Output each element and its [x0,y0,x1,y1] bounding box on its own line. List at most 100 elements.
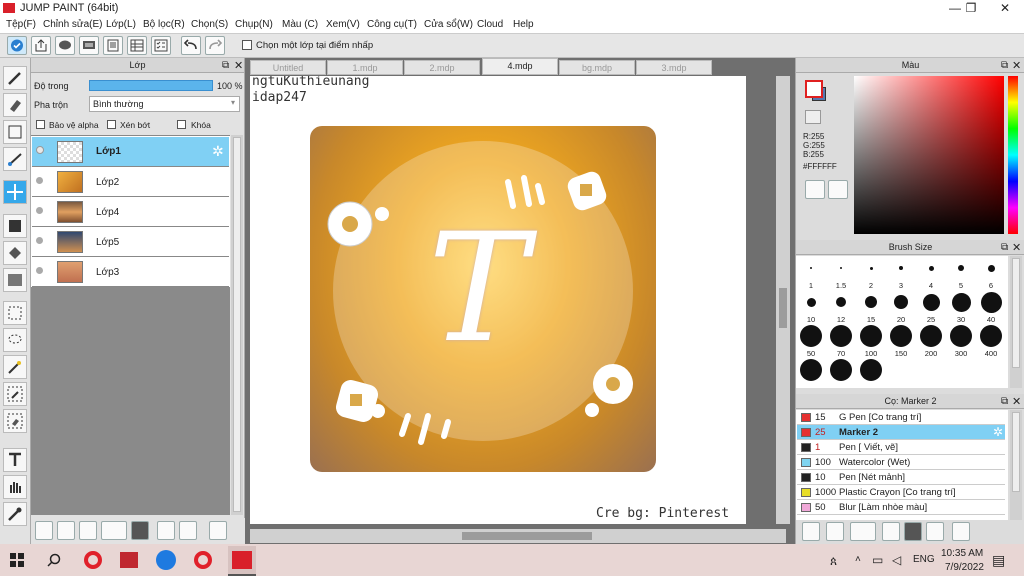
folder-icon[interactable] [131,521,149,540]
eyedropper-palette-icon[interactable] [828,180,848,199]
lasso-icon[interactable] [3,328,27,352]
brush-list-scrollbar[interactable] [1010,410,1022,520]
protect-alpha-checkbox[interactable] [36,120,45,129]
brush-row[interactable]: 25 Marker 2 ✲ [797,425,1005,440]
palette-icon[interactable] [805,180,825,199]
new-layer-1bit-icon[interactable] [79,521,97,540]
brush-size-cell[interactable]: 70 [826,324,856,358]
gear-icon[interactable]: ✲ [212,143,224,160]
check-icon[interactable] [7,36,27,55]
close-button[interactable]: ✕ [988,0,1022,16]
windows-start-icon[interactable] [10,553,24,567]
brush-size-scrollbar[interactable] [1010,256,1022,388]
add-layer-menu-icon[interactable] [101,521,127,540]
brush-size-cell[interactable]: 50 [796,324,826,358]
visibility-icon[interactable] [36,177,43,184]
line-icon[interactable] [3,147,27,171]
export-icon[interactable] [31,36,51,55]
volume-icon[interactable]: ◁ [892,553,901,567]
fill-rect-icon[interactable] [3,214,27,238]
brush-size-cell[interactable]: 12 [826,290,856,324]
brush-size-cell[interactable]: 20 [886,290,916,324]
tab-2-mdp[interactable]: 2.mdp [404,60,480,75]
tab-untitled[interactable]: Untitled [250,60,326,75]
people-icon[interactable]: ጰ [830,554,837,569]
merge-icon[interactable] [179,521,197,540]
brush-size-cell[interactable]: 1 [796,256,826,290]
move-icon[interactable] [3,180,27,204]
panel-float-icon[interactable]: ⧉ [1001,396,1008,407]
menu-view[interactable]: Xem(V) [326,19,360,30]
menu-select[interactable]: Chọn(S) [191,19,228,30]
brush-size-cell[interactable]: 5 [946,256,976,290]
brush-size-cell[interactable]: 25 [916,290,946,324]
visibility-icon[interactable] [36,267,43,274]
panel-close-icon[interactable]: ✕ [1012,59,1021,72]
drawing-canvas[interactable]: ngtuKuthieunang idap247 T Cre bg: Pinter… [250,76,746,524]
brush-duplicate-icon[interactable] [926,522,944,541]
panel-float-icon[interactable]: ⧉ [222,60,229,71]
menu-layer[interactable]: Lớp(L) [106,19,136,30]
clipping-checkbox[interactable] [107,120,116,129]
brush-trash-icon[interactable] [952,522,970,541]
menu-cloud[interactable]: Cloud [477,19,503,30]
brush-size-cell[interactable] [796,358,826,392]
brush-group-icon[interactable] [904,522,922,541]
layer-row[interactable]: Lớp2 [32,167,229,197]
layer-row[interactable]: Lớp4 [32,197,229,227]
transparent-color-swatch[interactable] [805,110,821,124]
hue-slider[interactable] [1008,76,1018,234]
menu-file[interactable]: Tệp(F) [6,19,36,30]
lock-checkbox[interactable] [177,120,186,129]
network-icon[interactable]: ▭ [872,553,883,567]
menu-snap[interactable]: Chụp(N) [235,19,273,30]
hand-icon[interactable] [3,475,27,499]
new-layer-icon[interactable] [35,521,53,540]
marquee-icon[interactable] [3,301,27,325]
brush-size-cell[interactable]: 6 [976,256,1006,290]
tab-3-mdp[interactable]: 3.mdp [636,60,712,75]
brush-size-cell[interactable]: 200 [916,324,946,358]
brush-size-cell[interactable] [826,358,856,392]
tab-1-mdp[interactable]: 1.mdp [327,60,403,75]
trash-icon[interactable] [209,521,227,540]
visibility-icon[interactable] [36,207,43,214]
layer-scrollbar[interactable] [231,135,243,515]
brush-size-cell[interactable]: 150 [886,324,916,358]
maximize-button[interactable]: ❐ [954,0,988,16]
eyedropper-icon[interactable] [3,502,27,526]
pen-icon[interactable] [3,66,27,90]
gradient-icon[interactable] [3,268,27,292]
undo-icon[interactable] [181,36,201,55]
brush-row[interactable]: 1 Pen [ Viết, vẽ] [797,440,1005,455]
language-indicator[interactable]: ENG [913,554,935,565]
opera-icon[interactable] [84,551,102,569]
gear-icon[interactable]: ✲ [993,425,1003,440]
select-layer-checkbox[interactable] [242,40,252,50]
brush-row[interactable]: 15 G Pen [Co trang trí] [797,410,1005,425]
new-layer-8bit-icon[interactable] [57,521,75,540]
opacity-slider[interactable] [89,80,213,91]
menu-help[interactable]: Help [513,19,534,30]
brush-size-cell[interactable]: 400 [976,324,1006,358]
brush-row[interactable]: 1000 Plastic Crayon [Co trang trí] [797,485,1005,500]
panel-close-icon[interactable]: ✕ [1012,395,1021,408]
checklist-icon[interactable] [151,36,171,55]
select-eraser-icon[interactable] [3,409,27,433]
canvas-horizontal-scrollbar[interactable] [250,529,786,543]
canvas-vertical-scrollbar[interactable] [776,76,790,524]
brush-size-cell[interactable]: 3 [886,256,916,290]
menu-color[interactable]: Màu (C) [282,19,318,30]
menu-window[interactable]: Cửa sổ(W) [424,19,473,30]
text-icon[interactable] [3,448,27,472]
panel-float-icon[interactable]: ⧉ [1001,242,1008,253]
zalo-icon[interactable] [156,550,176,570]
panel-close-icon[interactable]: ✕ [1012,241,1021,254]
brush-row[interactable]: 100 Watercolor (Wet) [797,455,1005,470]
eraser-icon[interactable] [3,93,27,117]
panel-float-icon[interactable]: ⧉ [1001,60,1008,71]
redo-icon[interactable] [205,36,225,55]
rectangle-select-icon[interactable] [3,120,27,144]
brush-size-cell[interactable]: 100 [856,324,886,358]
layout-icon[interactable] [127,36,147,55]
